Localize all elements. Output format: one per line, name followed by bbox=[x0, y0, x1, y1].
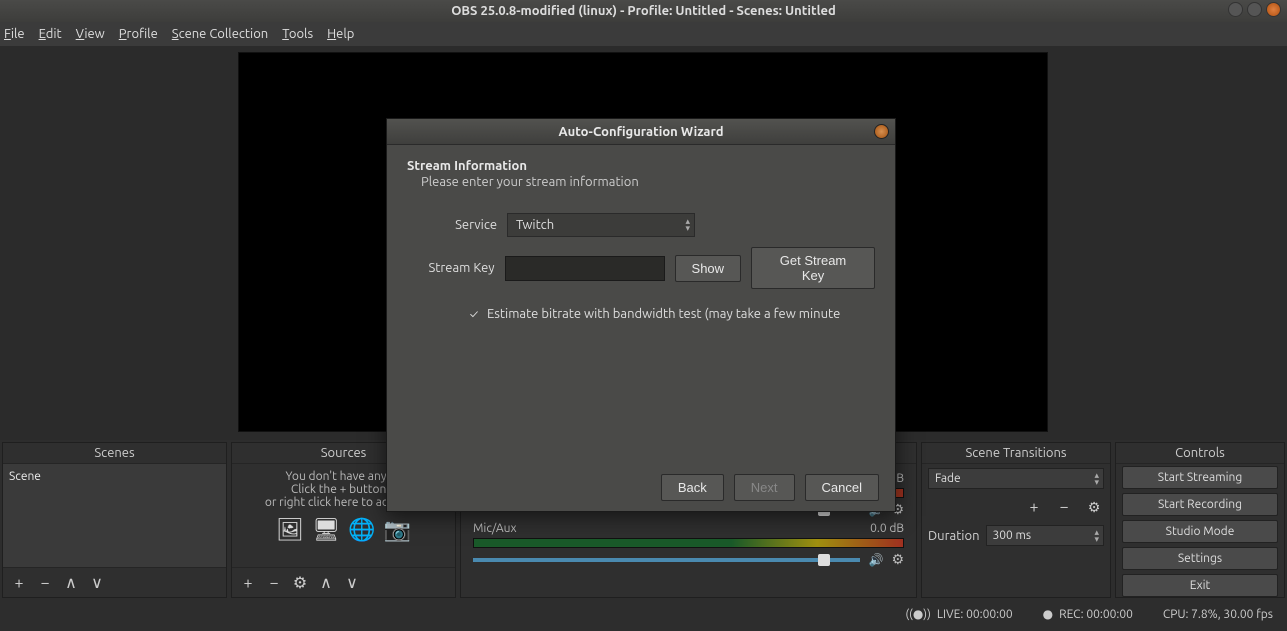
scenes-list[interactable]: Scene bbox=[3, 464, 226, 567]
status-rec-text: REC: 00:00:00 bbox=[1059, 608, 1133, 621]
status-live-text: LIVE: 00:00:00 bbox=[937, 608, 1013, 621]
dialog-body: Stream Information Please enter your str… bbox=[387, 145, 895, 464]
minimize-icon[interactable] bbox=[1228, 2, 1243, 17]
status-rec: ● REC: 00:00:00 bbox=[1043, 607, 1133, 621]
estimate-bitrate-checkbox[interactable]: ✓ Estimate bitrate with bandwidth test (… bbox=[467, 307, 875, 321]
mixer-channel: Mic/Aux 0.0 dB 🔊 ⚙ bbox=[467, 520, 910, 570]
scene-item[interactable]: Scene bbox=[9, 470, 41, 483]
close-icon[interactable] bbox=[1266, 2, 1281, 17]
add-icon[interactable]: + bbox=[9, 573, 29, 593]
menu-help[interactable]: Help bbox=[327, 27, 354, 41]
down-icon[interactable]: ∨ bbox=[342, 573, 362, 593]
scenes-toolbar: + − ∧ ∨ bbox=[3, 567, 226, 597]
remove-icon[interactable]: − bbox=[264, 573, 284, 593]
auto-config-wizard-dialog: Auto-Configuration Wizard Stream Informa… bbox=[386, 118, 896, 512]
scenes-panel-title: Scenes bbox=[3, 443, 226, 464]
menu-view[interactable]: View bbox=[76, 27, 105, 41]
camera-icon: 📷 bbox=[383, 517, 410, 543]
volume-slider[interactable] bbox=[473, 558, 860, 562]
gear-icon[interactable]: ⚙ bbox=[1084, 497, 1104, 517]
scene-transitions-panel: Scene Transitions Fade ▴▾ + − ⚙ Duration… bbox=[921, 442, 1111, 598]
mixer-channel-name: Mic/Aux bbox=[473, 522, 517, 535]
menu-scene-collection[interactable]: Scene Collection bbox=[172, 27, 268, 41]
service-label: Service bbox=[407, 218, 497, 232]
controls-panel-title: Controls bbox=[1116, 443, 1284, 464]
service-select-value: Twitch bbox=[516, 218, 554, 232]
add-icon[interactable]: + bbox=[238, 573, 258, 593]
dialog-title: Auto-Configuration Wizard bbox=[558, 125, 723, 139]
maximize-icon[interactable] bbox=[1247, 2, 1262, 17]
sources-toolbar: + − ⚙ ∧ ∨ bbox=[232, 567, 455, 597]
studio-mode-button[interactable]: Studio Mode bbox=[1122, 520, 1278, 543]
chevron-updown-icon: ▴▾ bbox=[685, 218, 690, 232]
window-titlebar: OBS 25.0.8-modified (linux) - Profile: U… bbox=[0, 0, 1287, 22]
up-icon[interactable]: ∧ bbox=[61, 573, 81, 593]
start-streaming-button[interactable]: Start Streaming bbox=[1122, 466, 1278, 489]
duration-input[interactable]: 300 ms ▴▾ bbox=[986, 525, 1105, 546]
chevron-updown-icon: ▴▾ bbox=[1094, 529, 1099, 543]
settings-button[interactable]: Settings bbox=[1122, 547, 1278, 570]
controls-panel: Controls Start Streaming Start Recording… bbox=[1115, 442, 1285, 598]
down-icon[interactable]: ∨ bbox=[87, 573, 107, 593]
menu-tools[interactable]: Tools bbox=[282, 27, 313, 41]
cancel-button[interactable]: Cancel bbox=[805, 474, 879, 501]
stream-key-input[interactable] bbox=[505, 256, 665, 281]
exit-button[interactable]: Exit bbox=[1122, 574, 1278, 597]
menu-edit[interactable]: Edit bbox=[39, 27, 62, 41]
start-recording-button[interactable]: Start Recording bbox=[1122, 493, 1278, 516]
broadcast-icon: ((●)) bbox=[905, 607, 931, 621]
dialog-subheading: Please enter your stream information bbox=[421, 175, 875, 189]
duration-label: Duration bbox=[928, 529, 980, 543]
dialog-heading: Stream Information bbox=[407, 159, 875, 173]
duration-value: 300 ms bbox=[993, 529, 1032, 542]
estimate-bitrate-label: Estimate bitrate with bandwidth test (ma… bbox=[487, 307, 840, 321]
globe-icon: 🌐 bbox=[348, 517, 375, 543]
transitions-panel-title: Scene Transitions bbox=[922, 443, 1110, 464]
menu-file[interactable]: File bbox=[4, 27, 25, 41]
speaker-icon[interactable]: 🔊 bbox=[868, 553, 883, 567]
record-icon: ● bbox=[1043, 607, 1053, 621]
status-live: ((●)) LIVE: 00:00:00 bbox=[905, 607, 1012, 621]
remove-icon[interactable]: − bbox=[35, 573, 55, 593]
transition-select-value: Fade bbox=[935, 472, 961, 485]
dialog-titlebar: Auto-Configuration Wizard bbox=[387, 119, 895, 145]
window-controls bbox=[1228, 2, 1281, 17]
remove-icon[interactable]: − bbox=[1054, 497, 1074, 517]
dialog-footer: Back Next Cancel bbox=[387, 464, 895, 511]
status-cpu: CPU: 7.8%, 30.00 fps bbox=[1163, 608, 1273, 621]
back-button[interactable]: Back bbox=[661, 474, 724, 501]
image-icon: 🖼 bbox=[276, 517, 304, 543]
scenes-panel: Scenes Scene + − ∧ ∨ bbox=[2, 442, 227, 598]
next-button[interactable]: Next bbox=[734, 474, 795, 501]
service-select[interactable]: Twitch ▴▾ bbox=[507, 213, 695, 237]
chevron-updown-icon: ▴▾ bbox=[1094, 472, 1099, 486]
window-title: OBS 25.0.8-modified (linux) - Profile: U… bbox=[451, 4, 836, 18]
add-icon[interactable]: + bbox=[1024, 497, 1044, 517]
close-icon[interactable] bbox=[874, 124, 889, 139]
up-icon[interactable]: ∧ bbox=[316, 573, 336, 593]
statusbar: ((●)) LIVE: 00:00:00 ● REC: 00:00:00 CPU… bbox=[0, 600, 1287, 628]
volume-meter bbox=[473, 538, 904, 548]
mixer-channel-db: 0.0 dB bbox=[870, 522, 904, 535]
display-icon: 🖥 bbox=[312, 517, 340, 543]
get-stream-key-button[interactable]: Get Stream Key bbox=[751, 247, 875, 289]
source-type-icons: 🖼 🖥 🌐 📷 bbox=[238, 517, 449, 543]
menu-profile[interactable]: Profile bbox=[119, 27, 158, 41]
menubar: File Edit View Profile Scene Collection … bbox=[0, 22, 1287, 46]
transition-select[interactable]: Fade ▴▾ bbox=[928, 468, 1104, 489]
gear-icon[interactable]: ⚙ bbox=[891, 551, 904, 568]
stream-key-label: Stream Key bbox=[407, 261, 495, 275]
check-icon: ✓ bbox=[467, 307, 481, 321]
show-button[interactable]: Show bbox=[675, 255, 742, 282]
status-cpu-text: CPU: 7.8%, 30.00 fps bbox=[1163, 608, 1273, 621]
gear-icon[interactable]: ⚙ bbox=[290, 573, 310, 593]
